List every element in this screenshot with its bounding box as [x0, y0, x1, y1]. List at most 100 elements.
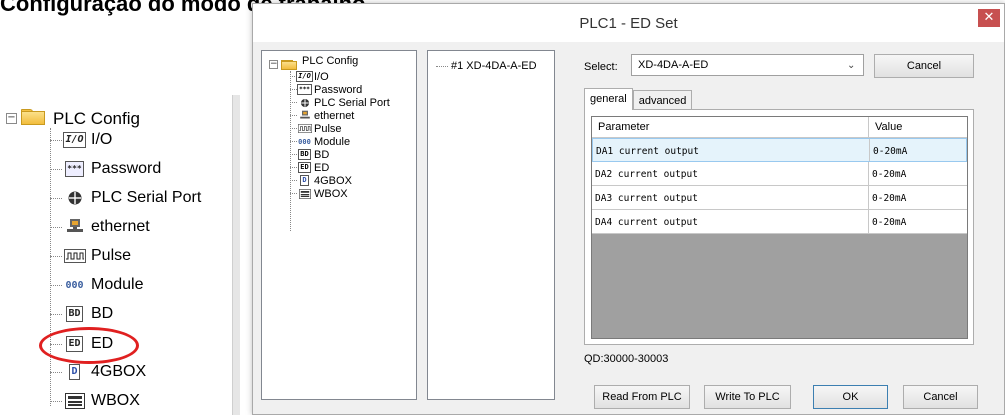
tree-item-module[interactable]: 000 Module: [290, 135, 350, 148]
tree-root-label: PLC Config: [53, 109, 140, 128]
tree-item-label: ethernet: [314, 109, 355, 122]
password-icon: ***: [297, 84, 312, 95]
dialog-titlebar[interactable]: PLC1 - ED Set ✕: [253, 4, 1004, 42]
tree-item-label: WBOX: [91, 392, 140, 409]
tree-item-bd[interactable]: BD BD: [50, 301, 113, 327]
wbox-icon: [62, 391, 87, 411]
cancel-top-button[interactable]: Cancel: [874, 54, 974, 78]
value-cell[interactable]: 0-20mA: [869, 186, 967, 209]
folder-icon: [21, 107, 45, 125]
value-cell[interactable]: 0-20mA: [869, 162, 967, 185]
tree-item-label: BD: [314, 148, 330, 161]
wbox-icon: [297, 188, 312, 200]
column-header-value: Value: [875, 121, 903, 133]
pulse-icon: [297, 123, 312, 135]
close-icon[interactable]: ✕: [978, 9, 1000, 27]
table-row[interactable]: DA2 current output 0-20mA: [592, 162, 967, 186]
tree-item-label: I/O: [91, 131, 113, 148]
parameter-cell: DA4 current output: [592, 210, 869, 233]
folder-icon: [281, 58, 297, 70]
tree-item-label: WBOX: [314, 187, 348, 200]
table-header: Parameter Value: [592, 117, 967, 138]
tab-general[interactable]: general: [584, 88, 633, 110]
value-cell[interactable]: 0-20mA: [869, 210, 967, 233]
chevron-down-icon[interactable]: ⌄: [847, 60, 863, 71]
tree-item-ed[interactable]: ED ED: [290, 161, 329, 174]
general-tab-panel: Parameter Value DA1 current output 0-20m…: [584, 109, 974, 345]
4gbox-icon: D: [300, 175, 309, 186]
tree-item-label: PLC Serial Port: [91, 189, 202, 206]
tree-root-label: PLC Config: [302, 55, 359, 67]
collapse-icon[interactable]: −: [6, 112, 17, 124]
tree-item-password[interactable]: *** Password: [290, 83, 362, 96]
qd-range-label: QD:30000-30003: [584, 353, 669, 365]
config-tree-panel: − PLC Config I/O I/O *** Password PLC Seri…: [261, 50, 417, 400]
pulse-icon: [62, 246, 87, 266]
tree-item-label: 4GBOX: [314, 174, 352, 187]
serial-port-icon: [297, 97, 312, 109]
highlight-oval: [39, 327, 139, 364]
tree-item-label: Module: [314, 135, 351, 148]
module-icon: 000: [65, 279, 84, 291]
tree-item-wbox[interactable]: WBOX: [50, 388, 140, 414]
ed-icon: ED: [298, 162, 311, 173]
module-list-item-label: #1 XD-4DA-A-ED: [451, 60, 537, 72]
dialog-title: PLC1 - ED Set: [579, 14, 678, 32]
bd-icon: BD: [62, 304, 87, 324]
bd-icon: BD: [298, 149, 311, 160]
ed-set-dialog: PLC1 - ED Set ✕ − PLC Config I/O I/O *** P…: [252, 3, 1005, 415]
ok-button[interactable]: OK: [813, 385, 888, 409]
module-select[interactable]: XD-4DA-A-ED ⌄: [631, 54, 864, 76]
tree-item-pulse[interactable]: Pulse: [290, 122, 342, 135]
password-icon: ***: [62, 159, 87, 179]
4gbox-icon: D: [62, 362, 87, 382]
page-scrollbar[interactable]: [232, 95, 240, 415]
tree-item-label: ethernet: [91, 218, 150, 235]
tree-item-io[interactable]: I/O I/O: [290, 70, 329, 83]
tree-item-4gbox[interactable]: D 4GBOX: [290, 174, 352, 187]
io-icon: I/O: [296, 71, 313, 82]
tree-item-label: Pulse: [314, 122, 342, 135]
tree-item-ethernet[interactable]: ethernet: [290, 109, 354, 122]
module-list-item[interactable]: #1 XD-4DA-A-ED: [436, 60, 537, 72]
tab-advanced[interactable]: advanced: [632, 90, 693, 110]
tree-item-label: Password: [314, 83, 363, 96]
ethernet-icon: [297, 110, 312, 122]
tree-item-label: Module: [91, 276, 144, 293]
tree-item-label: 4GBOX: [91, 363, 147, 380]
module-icon: 000: [298, 137, 311, 146]
tree-item-pulse[interactable]: Pulse: [50, 243, 131, 269]
module-list-panel: #1 XD-4DA-A-ED: [427, 50, 555, 400]
value-cell[interactable]: 0-20mA: [870, 139, 966, 161]
tree-item-wbox[interactable]: WBOX: [290, 187, 348, 200]
tree-item-label: Pulse: [91, 247, 132, 264]
read-from-plc-button[interactable]: Read From PLC: [594, 385, 690, 409]
parameter-cell: DA3 current output: [592, 186, 869, 209]
tree-item-module[interactable]: 000 Module: [50, 272, 143, 298]
parameter-table: Parameter Value DA1 current output 0-20m…: [591, 116, 968, 339]
tree-item-serial-port[interactable]: PLC Serial Port: [50, 185, 201, 211]
tree-item-bd[interactable]: BD BD: [290, 148, 329, 161]
tree-root-plc-config[interactable]: − PLC Config: [269, 55, 359, 70]
tree-item-label: Password: [91, 160, 162, 177]
ethernet-icon: [62, 217, 87, 237]
tree-item-label: PLC Serial Port: [314, 96, 390, 109]
tree-item-label: BD: [91, 305, 114, 322]
tree-item-password[interactable]: *** Password: [50, 156, 161, 182]
serial-port-icon: [62, 188, 87, 208]
io-icon: I/O: [62, 130, 87, 150]
tree-item-serial-port[interactable]: PLC Serial Port: [290, 96, 390, 109]
tree-item-io[interactable]: I/O I/O: [50, 127, 112, 153]
collapse-icon[interactable]: −: [269, 59, 278, 69]
cancel-button[interactable]: Cancel: [903, 385, 978, 409]
tree-item-ethernet[interactable]: ethernet: [50, 214, 150, 240]
table-row[interactable]: DA1 current output 0-20mA: [592, 138, 967, 162]
column-header-parameter: Parameter: [592, 117, 869, 137]
table-row[interactable]: DA3 current output 0-20mA: [592, 186, 967, 210]
tree-item-label: I/O: [314, 70, 329, 83]
module-select-value: XD-4DA-A-ED: [638, 59, 709, 71]
table-row[interactable]: DA4 current output 0-20mA: [592, 210, 967, 234]
write-to-plc-button[interactable]: Write To PLC: [704, 385, 791, 409]
tree-root-plc-config[interactable]: − PLC Config: [6, 97, 140, 129]
parameter-cell: DA1 current output: [593, 139, 870, 161]
